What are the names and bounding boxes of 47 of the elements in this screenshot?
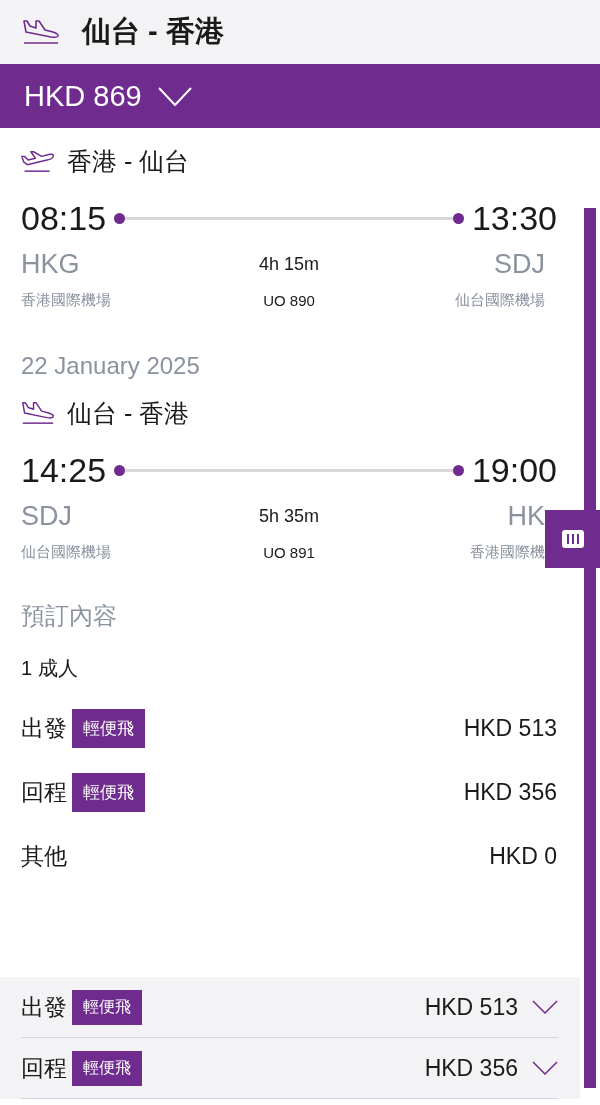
- airport-name: 香港國際機: [469, 542, 546, 562]
- fare-label: 回程: [21, 1053, 67, 1083]
- chevron-down-icon: [532, 1000, 558, 1014]
- fare-label: 出發: [21, 992, 67, 1022]
- side-tab[interactable]: [545, 510, 600, 568]
- chevron-down-icon: [532, 1061, 558, 1075]
- departure-time: 08:15: [21, 198, 107, 238]
- fare-label: 回程: [21, 777, 67, 807]
- airport-name: 香港國際機場: [21, 290, 112, 310]
- chevron-down-icon: [157, 86, 192, 106]
- flight-number: UO 890: [263, 291, 315, 309]
- columns-icon: [561, 530, 584, 548]
- passenger-count: 1 成人: [21, 655, 79, 681]
- flight-duration: 4h 15m: [258, 253, 319, 275]
- takeoff-plane-icon: [21, 149, 55, 173]
- flight-number: UO 891: [263, 543, 315, 561]
- arrival-time: 19:00: [471, 450, 557, 490]
- fare-label: 其他: [21, 841, 67, 871]
- flight-date: 22 January 2025: [21, 351, 201, 380]
- airport-name: 仙台國際機場: [21, 542, 112, 562]
- fare-badge: 輕便飛: [72, 708, 145, 748]
- expand-button[interactable]: [532, 1061, 558, 1075]
- route-title: 仙台 - 香港: [82, 14, 224, 49]
- fare-price: HKD 513: [424, 993, 518, 1021]
- landing-plane-icon: [22, 19, 60, 45]
- fare-price: HKD 356: [424, 1054, 518, 1082]
- fare-price: HKD 0: [489, 842, 557, 870]
- airport-code: SDJ: [21, 500, 73, 532]
- fare-price: HKD 513: [463, 714, 557, 742]
- airport-name: 仙台國際機場: [454, 290, 546, 310]
- expand-button[interactable]: [532, 1000, 558, 1014]
- fare-badge: 輕便飛: [72, 772, 145, 812]
- airport-code: HKG: [21, 248, 81, 280]
- fare-price: HKD 356: [463, 778, 557, 806]
- airport-code: HK: [506, 500, 546, 532]
- fare-badge: 輕便飛: [72, 1050, 142, 1086]
- leg-route: 仙台 - 香港: [67, 397, 190, 429]
- arrival-time: 13:30: [471, 198, 557, 238]
- airport-code: SDJ: [492, 248, 546, 280]
- fare-badge: 輕便飛: [72, 989, 142, 1025]
- departure-time: 14:25: [21, 450, 107, 490]
- total-price-toggle[interactable]: HKD 869: [24, 79, 192, 113]
- leg-route: 香港 - 仙台: [67, 145, 190, 177]
- flight-duration: 5h 35m: [258, 505, 319, 527]
- landing-plane-icon: [21, 401, 55, 425]
- fare-label: 出發: [21, 713, 67, 743]
- section-heading: 預訂內容: [21, 601, 118, 631]
